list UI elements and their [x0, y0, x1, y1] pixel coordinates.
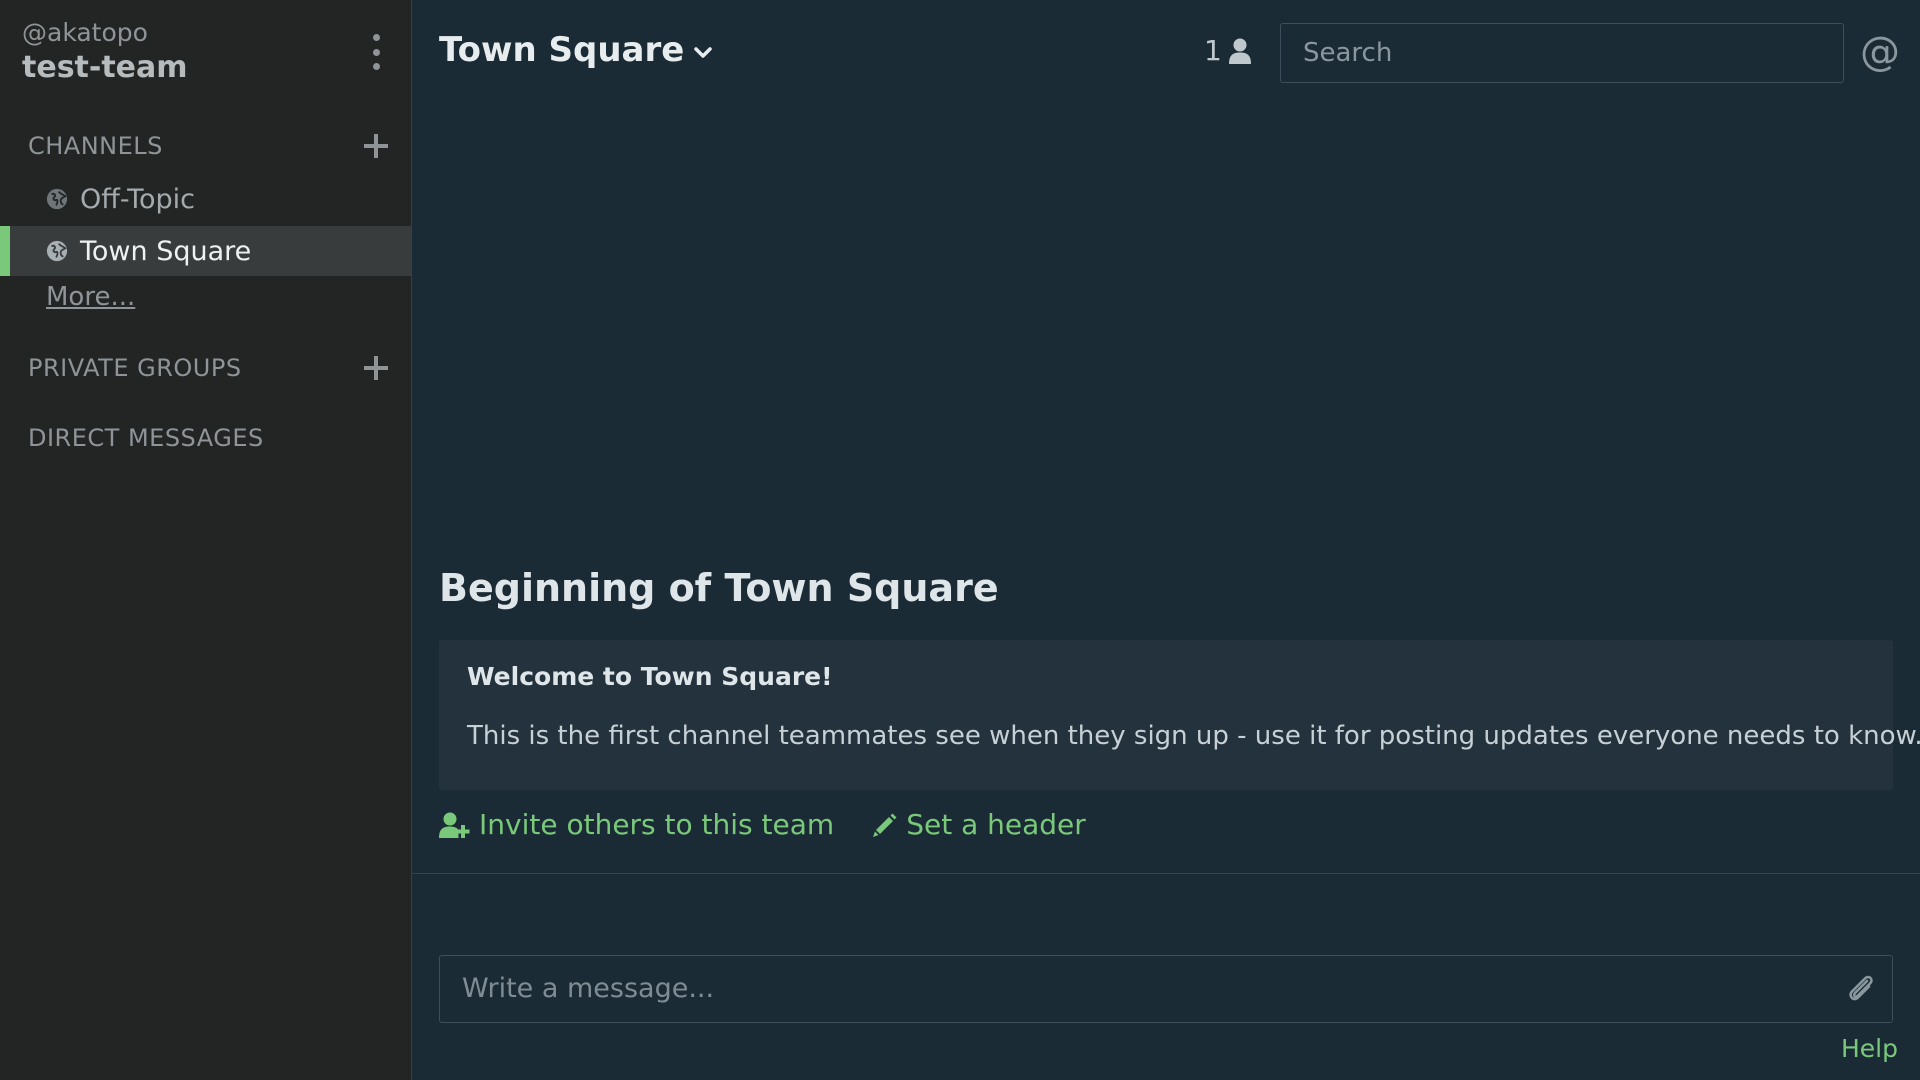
message-composer: [439, 955, 1893, 1023]
recent-mentions-icon[interactable]: @: [1860, 22, 1900, 82]
add-channel-icon[interactable]: [364, 134, 388, 158]
globe-icon: [46, 188, 68, 210]
sidebar-item-town-square[interactable]: Town Square: [0, 226, 411, 276]
set-header-label: Set a header: [906, 808, 1086, 841]
search-input[interactable]: [1280, 23, 1844, 83]
intro-actions: Invite others to this team Set a header: [439, 808, 1124, 841]
set-header-button[interactable]: Set a header: [872, 808, 1086, 841]
user-icon: [1228, 38, 1251, 64]
team-name: test-team: [22, 50, 188, 85]
private-groups-section-header: PRIVATE GROUPS: [28, 348, 388, 388]
channel-intro-title: Beginning of Town Square: [439, 566, 999, 610]
intro-welcome-text: Welcome to Town Square!: [467, 662, 833, 691]
channel-title: Town Square: [439, 30, 685, 70]
team-header: @akatopo test-team: [22, 16, 188, 86]
channels-section-header: CHANNELS: [28, 126, 388, 166]
add-user-icon: [439, 812, 470, 838]
more-channels-link[interactable]: More...: [46, 282, 135, 312]
sidebar-item-off-topic[interactable]: Off-Topic: [0, 174, 411, 224]
channel-intro-card: Welcome to Town Square! This is the firs…: [439, 640, 1920, 790]
channels-header-label: CHANNELS: [28, 132, 163, 160]
direct-messages-section-header: DIRECT MESSAGES: [28, 418, 388, 458]
invite-others-label: Invite others to this team: [479, 808, 835, 841]
main-menu-icon[interactable]: [368, 34, 384, 70]
pencil-icon: [873, 813, 897, 837]
username-label: @akatopo: [22, 18, 148, 47]
channel-title-dropdown[interactable]: Town Square: [439, 30, 713, 70]
chevron-down-icon: [694, 47, 713, 58]
invite-others-button[interactable]: Invite others to this team: [439, 808, 834, 841]
member-count-button[interactable]: 1: [1204, 34, 1252, 67]
help-link[interactable]: Help: [1841, 1034, 1898, 1063]
private-groups-header-label: PRIVATE GROUPS: [28, 354, 242, 382]
main-panel: Town Square 1 @ Beginning of Town Square…: [412, 0, 1920, 1080]
sidebar-item-label: Town Square: [80, 235, 252, 267]
direct-messages-header-label: DIRECT MESSAGES: [28, 424, 264, 452]
add-private-group-icon[interactable]: [364, 356, 388, 380]
message-input[interactable]: [440, 956, 1892, 1022]
divider: [412, 873, 1920, 874]
intro-description-text: This is the first channel teammates see …: [467, 721, 1920, 751]
globe-icon: [46, 240, 68, 262]
sidebar: @akatopo test-team CHANNELS Off-Topic To…: [0, 0, 412, 1080]
sidebar-item-label: Off-Topic: [80, 183, 196, 215]
paperclip-icon[interactable]: [1844, 972, 1878, 1006]
member-count: 1: [1204, 34, 1222, 67]
